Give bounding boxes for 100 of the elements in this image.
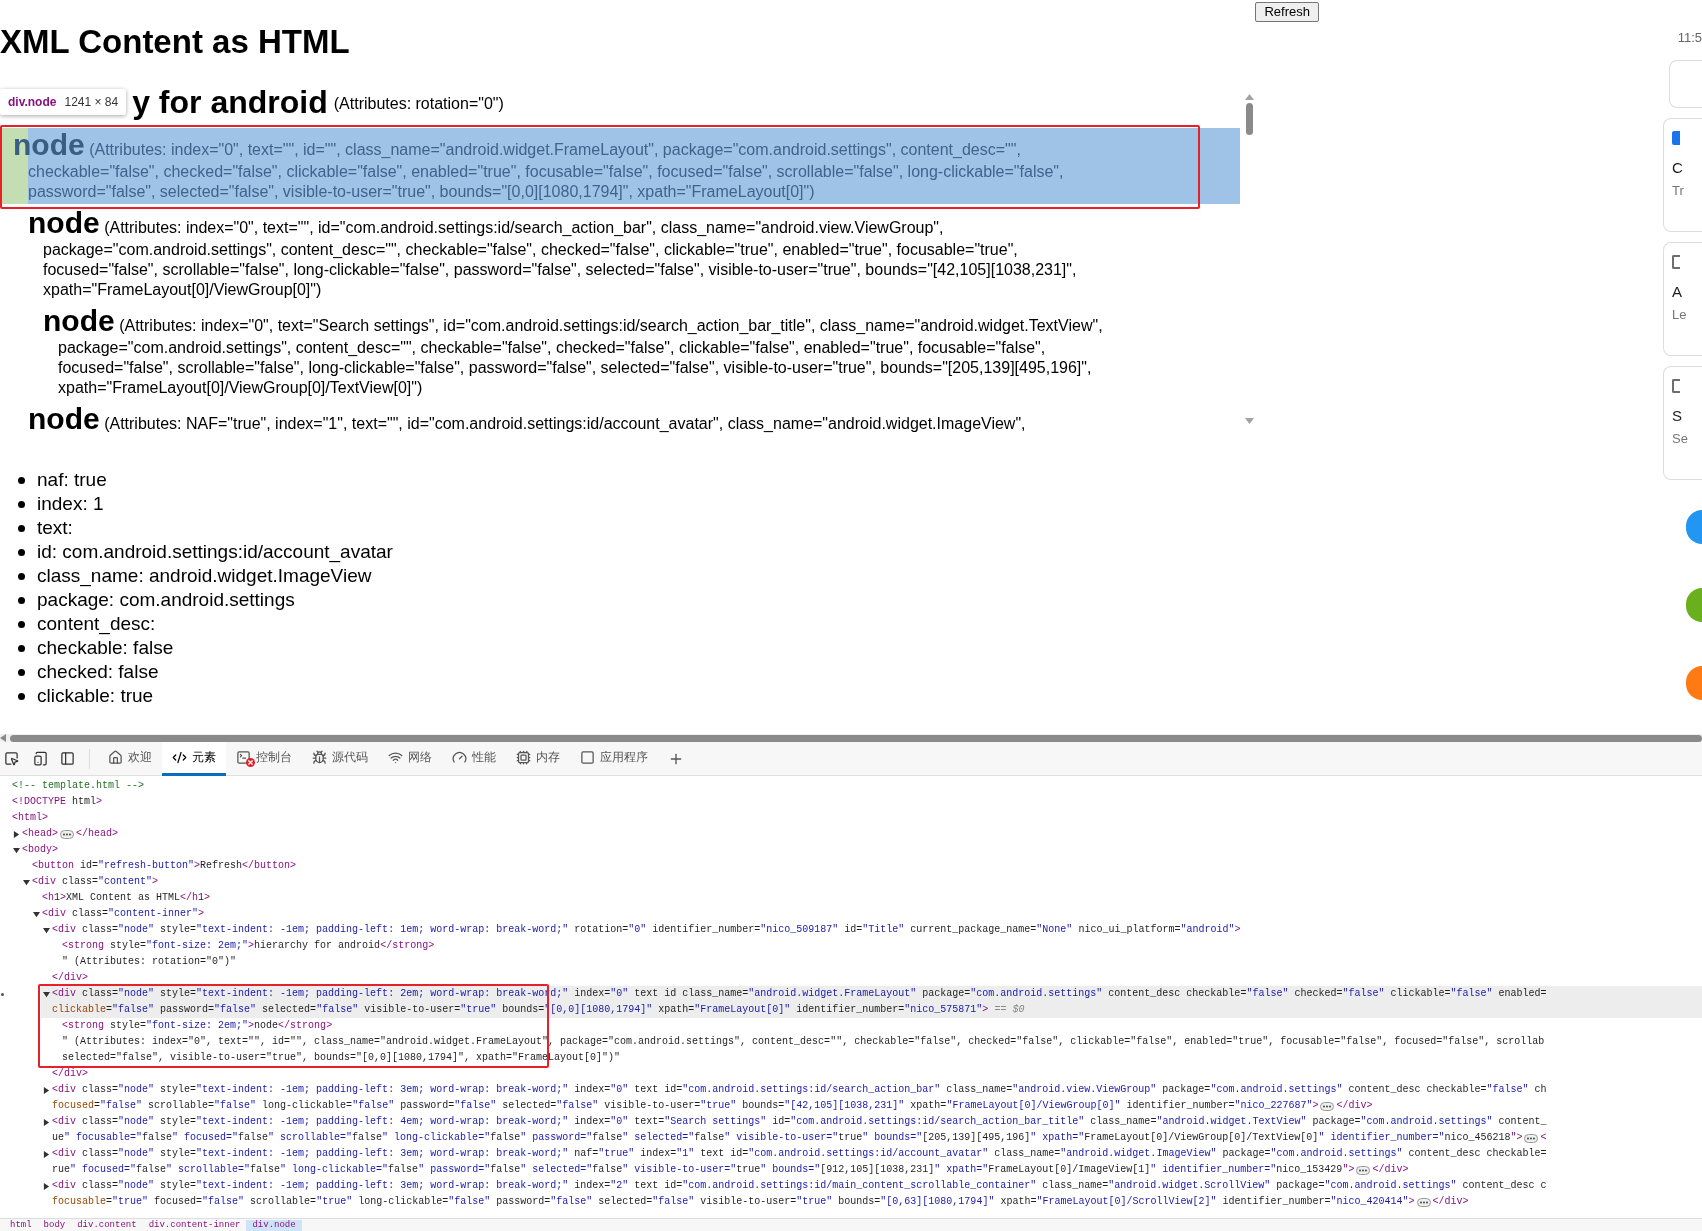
code-line: <div class="node" style="text-indent: -1em; padding-left: 3em; word-wrap: break-word;" index="2" text id="com.android.settings:id/main_content_scrollable_container" class_name="android.widget.ScrollView" package="com.android.settings" content_desc c [52, 1179, 1547, 1193]
code-line: rue" focused="false" scrollable="false" long-clickable="false" password="false" selected="false" visible-to-user="true" bounds="[912,105][1038,231]" xpath="FrameLayout[0]/ImageView[1]" identifier_number="nico_153429"> [52, 1163, 1355, 1177]
node-description: node(Attributes: index="0", text="", id="com.android.settings:id/search_action_bar", class_name="android.view.ViewGroup", package="com.android.settings", content_desc="", checkable="false", checked="false", clickable="true", enabled="true", focusable="true", focused="false", scrollable="false", long-clickable="false", password="false", selected="false", visible-to-user="true", bounds="[42,105][1038,231]", xpath="FrameLayout[0]/ViewGroup[0]") [27, 206, 1078, 300]
card-subtitle: Tr [1672, 182, 1685, 200]
ellipsis-icon[interactable] [1416, 1197, 1431, 1207]
settings-card[interactable]: C Tr [1663, 117, 1702, 232]
ellipsis-icon[interactable] [1524, 1133, 1539, 1143]
closing-tag: </div> [1336, 1098, 1373, 1114]
devtools-tab[interactable]: 应用程序 [570, 741, 658, 776]
scrollbar-thumb[interactable] [1245, 103, 1253, 135]
bullet-icon [18, 596, 25, 604]
breadcrumb-item[interactable]: html [4, 1219, 38, 1231]
expanded-caret-icon[interactable] [43, 990, 50, 998]
device-icon[interactable] [33, 751, 48, 766]
detail-item: class_name: android.widget.ImageView [37, 564, 372, 588]
console-reference: == $0 [994, 1003, 1025, 1017]
code-line: focused="false" scrollable="false" long-clickable="false" password="false" selected="false" visible-to-user="true" bounds="[42,105][1038,231]" xpath="FrameLayout[0]/ViewGroup[0]" identifier_number="nico_227687"> [52, 1099, 1319, 1113]
code-line: focusable="true" focused="false" scrollable="true" long-clickable="false" password="false" selected="false" visible-to-user="true" bounds="[0,63][1080,1794]" xpath="FrameLayout[0]/ScrollView[2]" identifier_number="nico_420414"> [52, 1195, 1415, 1209]
closing-tag: </div> [1432, 1194, 1469, 1210]
wifi-icon [388, 749, 403, 765]
element-size: 1241 × 84 [64, 94, 119, 111]
code-line: <h1>XML Content as HTML</h1> [42, 891, 211, 905]
collapsed-caret-icon[interactable] [13, 830, 20, 838]
code-line: <div class="node" style="text-indent: -1em; padding-left: 4em; word-wrap: break-word;" index="0" text="Search settings" id="com.android.settings:id/search_action_bar_title" class_name="android.widget.TextView" package="com.android.settings" content_ [52, 1115, 1547, 1129]
sidebar-icon[interactable] [60, 751, 75, 766]
hierarchy-attributes: (Attributes: rotation="0") [333, 94, 504, 114]
detail-item: checkable: false [37, 636, 174, 660]
devtools-tab[interactable]: 元素 [162, 741, 226, 776]
closing-tag: </div> [1372, 1162, 1409, 1178]
hierarchy-heading: y for android [132, 84, 328, 120]
collapsed-caret-icon[interactable] [43, 1182, 50, 1190]
devtools-tab[interactable]: 性能 [442, 741, 506, 776]
ellipsis-icon[interactable] [60, 829, 75, 839]
code-line: <div class="node" style="text-indent: -1em; padding-left: 3em; word-wrap: break-word;" naf="true" index="1" text id="com.android.settings:id/account_avatar" class_name="android.widget.ImageView" package="com.android.settings" content_desc checkable= [52, 1147, 1547, 1161]
scroll-left-icon[interactable] [0, 734, 6, 742]
devtools-tab[interactable]: 网络 [378, 741, 442, 776]
code-line: <strong style="font-size: 2em;">hierarchy for android</strong> [62, 939, 435, 953]
breadcrumb-item[interactable]: body [37, 1219, 72, 1231]
code-line: <body> [22, 843, 59, 857]
settings-card[interactable]: A Le [1663, 241, 1702, 356]
card-subtitle: Se [1672, 430, 1689, 448]
code-line: <div class="node" style="text-indent: -1em; padding-left: 1em; word-wrap: break-word;" rotation="0" identifier_number="nico_509187" id="Title" current_package_name="None" nico_ui_platform="android"> [52, 923, 1241, 937]
expanded-caret-icon[interactable] [23, 878, 30, 886]
detail-item: checked: false [37, 660, 159, 684]
ellipsis-icon[interactable] [1356, 1165, 1371, 1175]
page-title: XML Content as HTML [0, 24, 350, 60]
window-icon [580, 749, 595, 765]
code-line: <div class="node" style="text-indent: -1em; padding-left: 3em; word-wrap: break-word;" index="0" text id="com.android.settings:id/search_action_bar" class_name="android.view.ViewGroup" package="com.android.settings" content_desc checkable="false" ch [52, 1083, 1547, 1097]
shortcut-icon[interactable] [1686, 665, 1702, 700]
card-icon [1672, 378, 1680, 393]
code-line: <div class="content-inner"> [42, 907, 205, 921]
node-description: node(Attributes: index="0", text="Search settings", id="com.android.settings:id/search_action_bar_title", class_name="android.widget.TextView", package="com.android.settings", content_desc="", checkable="false", checked="false", clickable="false", enabled="true", focusable="false", focused="false", scrollable="false", long-clickable="false", password="false", selected="false", visible-to-user="true", bounds="[205,139][495,196]", xpath="FrameLayout[0]/ViewGroup[0]/TextView[0]") [42, 304, 1104, 398]
detail-item: naf: true [37, 468, 107, 492]
card-icon [1672, 254, 1680, 269]
collapsed-caret-icon[interactable] [43, 1150, 50, 1158]
devtools-tab[interactable]: 源代码 [302, 741, 378, 776]
collapsed-caret-icon[interactable] [43, 1086, 50, 1094]
error-badge-icon [246, 757, 255, 767]
code-line: ue" focusable="false" focused="false" scrollable="false" long-clickable="false" password="false" selected="false" visible-to-user="true" bounds="[205,139][495,196]" xpath="FrameLayout[0]/ViewGroup[0]/TextView[0]" identifier_number="nico_456218"> [52, 1131, 1523, 1145]
settings-card[interactable]: S Se [1663, 365, 1702, 480]
card-subtitle: Le [1672, 306, 1688, 324]
bullet-icon [18, 524, 25, 532]
shortcut-icon[interactable] [1686, 587, 1702, 622]
breadcrumb-item[interactable]: div.content-inner [142, 1219, 247, 1231]
bullet-icon [18, 476, 25, 484]
refresh-button[interactable]: Refresh [1255, 2, 1319, 22]
bullet-icon [18, 572, 25, 580]
expanded-caret-icon[interactable] [33, 910, 40, 918]
code-line: <!DOCTYPE html> [12, 795, 103, 809]
bullet-icon [18, 692, 25, 700]
devtools-tab[interactable]: 控制台 [226, 741, 302, 776]
card-icon [1672, 130, 1680, 145]
bullet-icon [18, 548, 25, 556]
breadcrumb-item[interactable]: div.content [71, 1219, 143, 1231]
bullet-icon [18, 668, 25, 676]
closing-tag: </head> [76, 826, 119, 842]
devtools-tab[interactable]: 欢迎 [98, 741, 162, 776]
chip-icon [516, 749, 531, 765]
terminal-icon [236, 749, 251, 765]
shortcut-icon[interactable] [1686, 509, 1702, 544]
detail-item: clickable: true [37, 684, 154, 708]
devtools-tab[interactable]: 内存 [506, 741, 570, 776]
bullet-icon [18, 500, 25, 508]
expanded-caret-icon[interactable] [13, 846, 20, 854]
detail-item: package: com.android.settings [37, 588, 295, 612]
code-line: <html> [12, 811, 49, 825]
ellipsis-icon[interactable] [1320, 1101, 1335, 1111]
bullet-icon [18, 644, 25, 652]
card-title: S [1672, 405, 1683, 426]
element-selector: div.node [8, 94, 57, 111]
collapsed-caret-icon[interactable] [43, 1118, 50, 1126]
inspect-icon[interactable] [4, 751, 19, 766]
code-line: <button id="refresh-button">Refresh</button> [32, 859, 297, 873]
card-title: A [1672, 281, 1683, 302]
status-time: 11:5 [1677, 29, 1702, 47]
detail-item: id: com.android.settings:id/account_avatar [37, 540, 393, 564]
expanded-caret-icon[interactable] [43, 926, 50, 934]
bullet-icon [18, 620, 25, 628]
home-icon [108, 749, 123, 765]
breadcrumb-item[interactable]: div.node [246, 1219, 302, 1231]
